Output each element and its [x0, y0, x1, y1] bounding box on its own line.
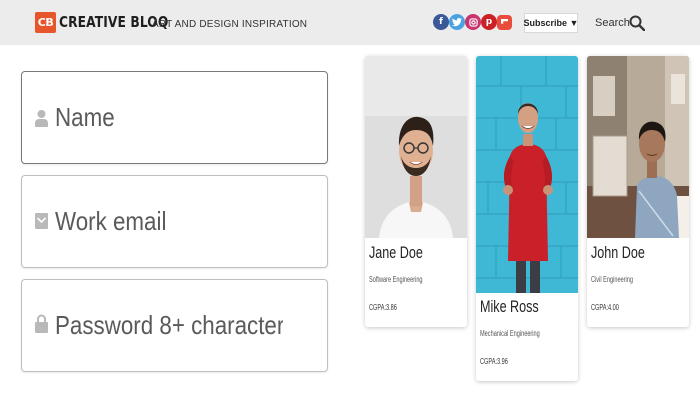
name-input[interactable]	[55, 72, 283, 163]
profile-department: Civil Engineering	[591, 275, 634, 284]
user-icon	[35, 110, 48, 127]
subscribe-button[interactable]: Subscribe ▼	[524, 13, 578, 33]
lock-icon	[35, 314, 48, 333]
site-header: CB CREATIVE BLOQ ART AND DESIGN INSPIRAT…	[0, 0, 700, 45]
flipboard-icon[interactable]	[497, 15, 512, 30]
profile-gpa: CGPA:3.86	[369, 303, 397, 312]
instagram-icon[interactable]	[465, 14, 481, 30]
facebook-icon[interactable]: f	[433, 14, 449, 30]
password-field	[21, 279, 328, 372]
logo-badge: CB	[35, 11, 56, 33]
profile-name: Jane Doe	[369, 243, 423, 262]
password-input[interactable]	[55, 280, 283, 371]
profile-gpa: CGPA:4.00	[591, 303, 619, 312]
profile-photo	[365, 56, 467, 238]
pinterest-icon[interactable]: p	[481, 14, 497, 30]
search-label[interactable]: Search	[595, 17, 630, 29]
profile-gpa: CGPA:3.96	[480, 357, 508, 366]
name-field	[21, 71, 328, 164]
site-tagline: ART AND DESIGN INSPIRATION	[152, 19, 308, 30]
search-icon[interactable]	[629, 15, 645, 31]
profile-department: Mechanical Engineering	[480, 329, 540, 338]
profile-photo	[476, 56, 578, 293]
profile-name: John Doe	[591, 243, 645, 262]
social-links: f p	[433, 14, 512, 30]
profile-department: Software Engineering	[369, 275, 423, 284]
profile-card[interactable]: Jane Doe Software Engineering CGPA:3.86	[365, 56, 467, 327]
profile-name: Mike Ross	[480, 297, 539, 316]
profile-photo	[587, 56, 689, 238]
twitter-icon[interactable]	[449, 14, 465, 30]
email-input[interactable]	[55, 176, 283, 267]
profile-card[interactable]: Mike Ross Mechanical Engineering CGPA:3.…	[476, 56, 578, 381]
envelope-icon	[35, 213, 48, 229]
profile-card[interactable]: John Doe Civil Engineering CGPA:4.00	[587, 56, 689, 327]
email-field	[21, 175, 328, 268]
